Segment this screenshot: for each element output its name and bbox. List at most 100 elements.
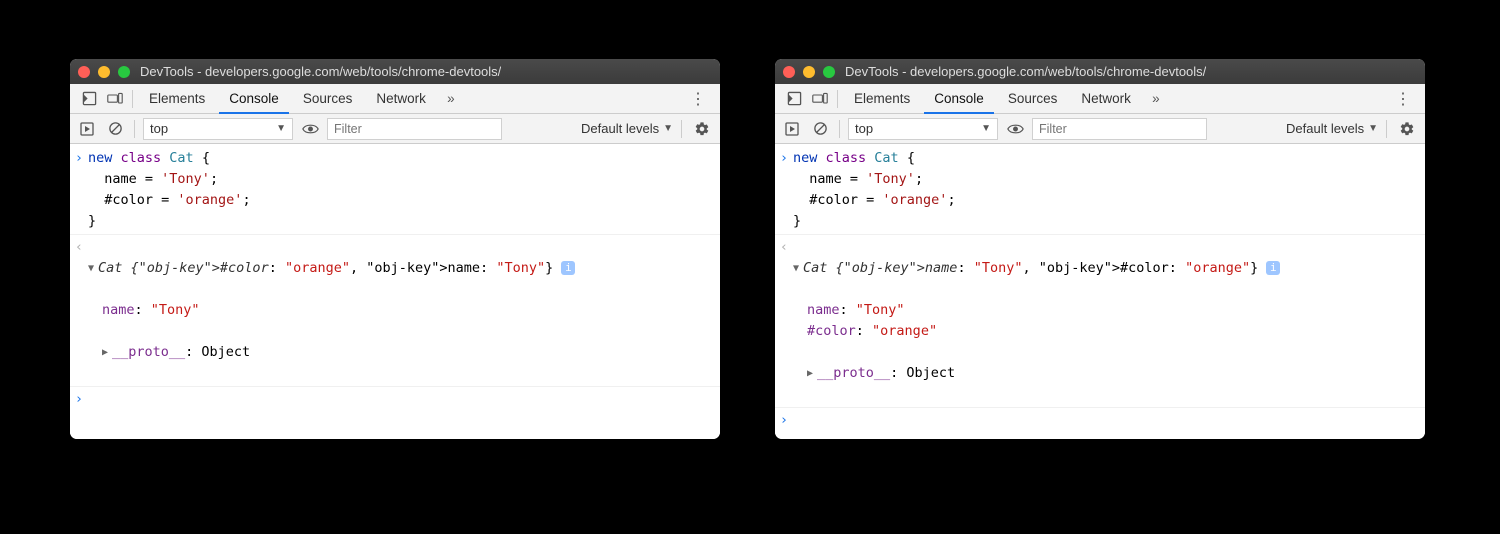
more-menu-icon[interactable]: ⋮ <box>1389 89 1417 109</box>
separator <box>132 90 133 108</box>
input-prompt-icon: › <box>70 148 88 169</box>
window-title: DevTools - developers.google.com/web/too… <box>845 64 1206 79</box>
main-tabbar: Elements Console Sources Network » ⋮ <box>70 84 720 114</box>
expand-toggle-icon[interactable]: ▶ <box>807 363 817 384</box>
tab-label: Network <box>1081 91 1131 106</box>
object-summary[interactable]: Cat {"obj-key">#color <box>98 260 269 276</box>
toggle-device-icon[interactable] <box>809 88 831 110</box>
chevron-down-icon: ▼ <box>276 123 286 134</box>
live-expression-icon[interactable] <box>299 118 321 140</box>
devtools-window: DevTools - developers.google.com/web/too… <box>775 59 1425 439</box>
window-title: DevTools - developers.google.com/web/too… <box>140 64 501 79</box>
context-label: top <box>855 121 873 136</box>
close-button[interactable] <box>78 66 90 78</box>
separator <box>134 120 135 138</box>
zoom-button[interactable] <box>118 66 130 78</box>
tab-label: Network <box>376 91 426 106</box>
console-input-code[interactable]: new class Cat { name = 'Tony'; #color = … <box>88 148 714 232</box>
console-toolbar: top ▼ Default levels ▼ <box>70 114 720 144</box>
separator <box>839 120 840 138</box>
expand-toggle-icon[interactable]: ▼ <box>88 258 98 279</box>
context-label: top <box>150 121 168 136</box>
tab-console[interactable]: Console <box>219 84 289 114</box>
console-settings-icon[interactable] <box>1395 121 1419 137</box>
output-indicator-icon: ‹ <box>70 237 88 258</box>
tab-sources[interactable]: Sources <box>293 84 363 114</box>
context-selector[interactable]: top ▼ <box>143 118 293 140</box>
tab-console[interactable]: Console <box>924 84 994 114</box>
console-result-body: ▼Cat {"obj-key">#color: "orange", "obj-k… <box>88 237 714 384</box>
chevron-down-icon: ▼ <box>1368 123 1378 134</box>
console-input-row: › new class Cat { name = 'Tony'; #color … <box>70 146 720 235</box>
tab-label: Console <box>934 91 984 106</box>
object-property: #color: "orange" <box>807 321 1419 342</box>
object-tree: name: "Tony"#color: "orange" ▶__proto__:… <box>793 279 1419 405</box>
tab-label: Sources <box>303 91 353 106</box>
console-prompt-row[interactable]: › <box>70 387 720 412</box>
log-levels-label: Default levels <box>581 121 659 136</box>
console-result-row: ‹ ▼Cat {"obj-key">#color: "orange", "obj… <box>70 235 720 387</box>
titlebar: DevTools - developers.google.com/web/too… <box>70 59 720 84</box>
titlebar: DevTools - developers.google.com/web/too… <box>775 59 1425 84</box>
clear-console-icon[interactable] <box>809 118 831 140</box>
clear-console-icon[interactable] <box>104 118 126 140</box>
overflow-tabs-icon[interactable]: » <box>440 88 462 110</box>
console-result-body: ▼Cat {"obj-key">name: "Tony", "obj-key">… <box>793 237 1419 405</box>
filter-input[interactable] <box>327 118 502 140</box>
console-settings-icon[interactable] <box>690 121 714 137</box>
expand-toggle-icon[interactable]: ▶ <box>102 342 112 363</box>
console-prompt-row[interactable]: › <box>775 408 1425 433</box>
expand-toggle-icon[interactable]: ▼ <box>793 258 803 279</box>
inspect-icon[interactable] <box>783 88 805 110</box>
separator <box>837 90 838 108</box>
input-prompt-icon: › <box>775 148 793 169</box>
separator <box>1386 120 1387 138</box>
tab-elements[interactable]: Elements <box>139 84 215 114</box>
log-levels-label: Default levels <box>1286 121 1364 136</box>
object-tree: name: "Tony" ▶__proto__: Object <box>88 279 714 384</box>
toggle-device-icon[interactable] <box>104 88 126 110</box>
show-console-sidebar-icon[interactable] <box>781 118 803 140</box>
tab-elements[interactable]: Elements <box>844 84 920 114</box>
filter-input[interactable] <box>1032 118 1207 140</box>
object-proto[interactable]: ▶__proto__: Object <box>807 363 1419 384</box>
tab-label: Console <box>229 91 279 106</box>
tab-sources[interactable]: Sources <box>998 84 1068 114</box>
info-badge-icon[interactable]: i <box>1266 261 1280 275</box>
log-levels-selector[interactable]: Default levels ▼ <box>1280 121 1378 136</box>
console-result-row: ‹ ▼Cat {"obj-key">name: "Tony", "obj-key… <box>775 235 1425 408</box>
info-badge-icon[interactable]: i <box>561 261 575 275</box>
output-indicator-icon: ‹ <box>775 237 793 258</box>
minimize-button[interactable] <box>98 66 110 78</box>
zoom-button[interactable] <box>823 66 835 78</box>
tab-network[interactable]: Network <box>1071 84 1141 114</box>
console-input-code[interactable]: new class Cat { name = 'Tony'; #color = … <box>793 148 1419 232</box>
input-prompt-icon: › <box>70 389 88 410</box>
minimize-button[interactable] <box>803 66 815 78</box>
tab-label: Elements <box>854 91 910 106</box>
tab-label: Elements <box>149 91 205 106</box>
chevron-down-icon: ▼ <box>663 123 673 134</box>
input-prompt-icon: › <box>775 410 793 431</box>
chevron-down-icon: ▼ <box>981 123 991 134</box>
object-summary[interactable]: Cat {"obj-key">name <box>803 260 957 276</box>
tab-label: Sources <box>1008 91 1058 106</box>
separator <box>681 120 682 138</box>
main-tabbar: Elements Console Sources Network » ⋮ <box>775 84 1425 114</box>
console-output: › new class Cat { name = 'Tony'; #color … <box>70 144 720 439</box>
live-expression-icon[interactable] <box>1004 118 1026 140</box>
context-selector[interactable]: top ▼ <box>848 118 998 140</box>
inspect-icon[interactable] <box>78 88 100 110</box>
object-property: name: "Tony" <box>807 300 1419 321</box>
close-button[interactable] <box>783 66 795 78</box>
console-toolbar: top ▼ Default levels ▼ <box>775 114 1425 144</box>
tab-network[interactable]: Network <box>366 84 436 114</box>
log-levels-selector[interactable]: Default levels ▼ <box>575 121 673 136</box>
more-menu-icon[interactable]: ⋮ <box>684 89 712 109</box>
show-console-sidebar-icon[interactable] <box>76 118 98 140</box>
console-output: › new class Cat { name = 'Tony'; #color … <box>775 144 1425 439</box>
console-input-row: › new class Cat { name = 'Tony'; #color … <box>775 146 1425 235</box>
devtools-window: DevTools - developers.google.com/web/too… <box>70 59 720 439</box>
overflow-tabs-icon[interactable]: » <box>1145 88 1167 110</box>
object-proto[interactable]: ▶__proto__: Object <box>102 342 714 363</box>
